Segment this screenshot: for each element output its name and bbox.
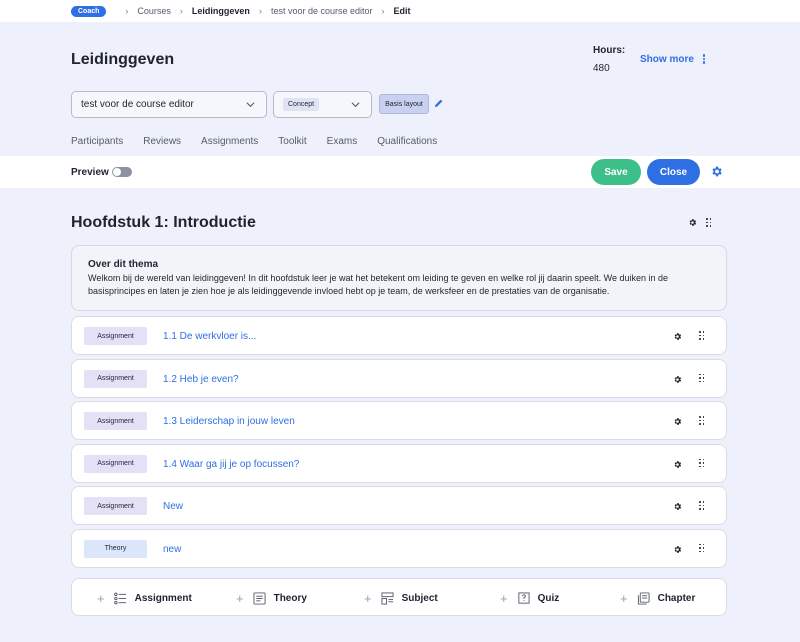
about-title: Over dit thema: [88, 259, 159, 270]
tab-participants[interactable]: Participants: [71, 136, 123, 147]
breadcrumb-version[interactable]: test voor de course editor: [271, 6, 373, 16]
course-version-value: test voor de course editor: [81, 99, 194, 110]
chapter-item-row[interactable]: Assignment 1.2 Heb je even?: [71, 358, 727, 398]
hours-value: 480: [593, 63, 610, 74]
add-theory-label: Theory: [273, 592, 307, 604]
add-theory-button[interactable]: + Theory: [236, 590, 307, 606]
item-title-link[interactable]: 1.4 Waar ga jij je op focussen?: [163, 459, 299, 470]
tab-exams[interactable]: Exams: [327, 136, 358, 147]
close-button[interactable]: Close: [647, 159, 700, 185]
add-assignment-button[interactable]: + Assignment: [97, 590, 192, 606]
breadcrumb-courses[interactable]: Courses: [137, 6, 171, 16]
gear-icon[interactable]: [673, 460, 682, 469]
item-type-badge: Theory: [84, 539, 147, 558]
add-chapter-button[interactable]: + Chapter: [620, 590, 695, 606]
chapter-title: Hoofdstuk 1: Introductie: [71, 214, 256, 231]
plus-icon: +: [364, 590, 372, 606]
drag-handle-icon[interactable]: [699, 543, 705, 553]
gear-icon[interactable]: [673, 332, 682, 341]
drag-handle-icon[interactable]: [699, 416, 705, 425]
tab-reviews[interactable]: Reviews: [143, 136, 181, 147]
chapter-item-row[interactable]: Assignment 1.1 De werkvloer is...: [71, 316, 727, 355]
drag-handle-icon[interactable]: [699, 501, 705, 510]
add-subject-label: Subject: [401, 592, 438, 604]
breadcrumb-current: Edit: [393, 6, 411, 16]
chapter-item-row[interactable]: Theory new: [71, 528, 727, 568]
item-title-link[interactable]: 1.1 De werkvloer is...: [163, 331, 256, 342]
chevron-down-icon: [246, 102, 255, 108]
breadcrumb: Coach › Courses › Leidinggeven › test vo…: [0, 0, 800, 22]
preview-label: Preview: [71, 167, 109, 178]
chapter-description: Over dit thema Welkom bij de wereld van …: [71, 245, 727, 311]
tab-qualifications[interactable]: Qualifications: [377, 136, 437, 147]
gear-icon[interactable]: [688, 218, 697, 227]
add-chapter-label: Chapter: [657, 592, 696, 604]
add-assignment-label: Assignment: [134, 592, 192, 604]
drag-handle-icon[interactable]: [699, 373, 705, 383]
hours-label: Hours:: [593, 45, 626, 56]
chapter-item-row[interactable]: Assignment New: [71, 486, 727, 525]
chevron-right-icon: ›: [381, 6, 385, 16]
course-tabs: Participants Reviews Assignments Toolkit…: [71, 136, 457, 147]
item-title-link[interactable]: New: [163, 501, 183, 512]
quiz-icon: [517, 591, 530, 604]
item-type-badge: Assignment: [84, 369, 147, 388]
add-quiz-label: Quiz: [537, 592, 560, 604]
more-options-icon[interactable]: [701, 53, 707, 65]
plus-icon: +: [97, 590, 105, 606]
item-title-link[interactable]: 1.2 Heb je even?: [163, 374, 239, 385]
chevron-right-icon: ›: [258, 6, 262, 16]
breadcrumb-course[interactable]: Leidinggeven: [192, 6, 250, 16]
item-title-link[interactable]: new: [163, 544, 181, 555]
layout-icon: [381, 591, 394, 605]
gear-icon[interactable]: [673, 417, 682, 426]
drag-handle-icon[interactable]: [699, 331, 705, 340]
save-button[interactable]: Save: [591, 159, 641, 185]
item-type-badge: Assignment: [84, 454, 147, 473]
gear-icon[interactable]: [673, 545, 682, 554]
tab-toolkit[interactable]: Toolkit: [278, 136, 306, 147]
plus-icon: +: [236, 590, 244, 606]
plus-icon: +: [500, 590, 508, 606]
add-quiz-button[interactable]: + Quiz: [500, 590, 559, 606]
document-icon: [253, 591, 266, 605]
pencil-icon[interactable]: [433, 98, 444, 109]
item-type-badge: Assignment: [84, 327, 147, 345]
status-select[interactable]: Concept: [273, 91, 372, 118]
item-type-badge: Assignment: [84, 412, 147, 430]
plus-icon: +: [620, 590, 628, 606]
role-badge: Coach: [71, 5, 107, 17]
chevron-right-icon: ›: [125, 6, 129, 16]
editor-toolbar: Preview Save Close: [0, 156, 800, 188]
preview-toggle[interactable]: [112, 167, 132, 177]
list-icon: [113, 592, 126, 604]
tab-assignments[interactable]: Assignments: [201, 136, 258, 147]
layout-badge[interactable]: Basis layout: [379, 94, 429, 114]
drag-handle-icon[interactable]: [699, 458, 705, 468]
add-content-bar: + Assignment + Theory + Subject + Quiz +…: [71, 578, 727, 616]
item-title-link[interactable]: 1.3 Leiderschap in jouw leven: [163, 416, 295, 427]
copy-icon: [637, 591, 650, 605]
chevron-right-icon: ›: [179, 6, 183, 16]
add-subject-button[interactable]: + Subject: [364, 590, 438, 606]
about-text: Welkom bij de wereld van leidinggeven! I…: [88, 273, 669, 296]
gear-icon[interactable]: [673, 502, 682, 511]
status-value: Concept: [283, 98, 320, 111]
course-version-select[interactable]: test voor de course editor: [71, 91, 267, 118]
gear-icon[interactable]: [673, 375, 682, 384]
chapter-item-row[interactable]: Assignment 1.4 Waar ga jij je op focussen…: [71, 443, 727, 483]
item-type-badge: Assignment: [84, 497, 147, 515]
page-title: Leidinggeven: [71, 51, 175, 68]
chevron-down-icon: [351, 102, 360, 108]
gear-icon[interactable]: [710, 165, 723, 178]
chapter-item-row[interactable]: Assignment 1.3 Leiderschap in jouw leven: [71, 401, 727, 440]
drag-handle-icon[interactable]: [706, 218, 712, 227]
course-header: Leidinggeven Hours: 480 Show more test v…: [0, 22, 800, 156]
show-more-link[interactable]: Show more: [640, 54, 694, 65]
